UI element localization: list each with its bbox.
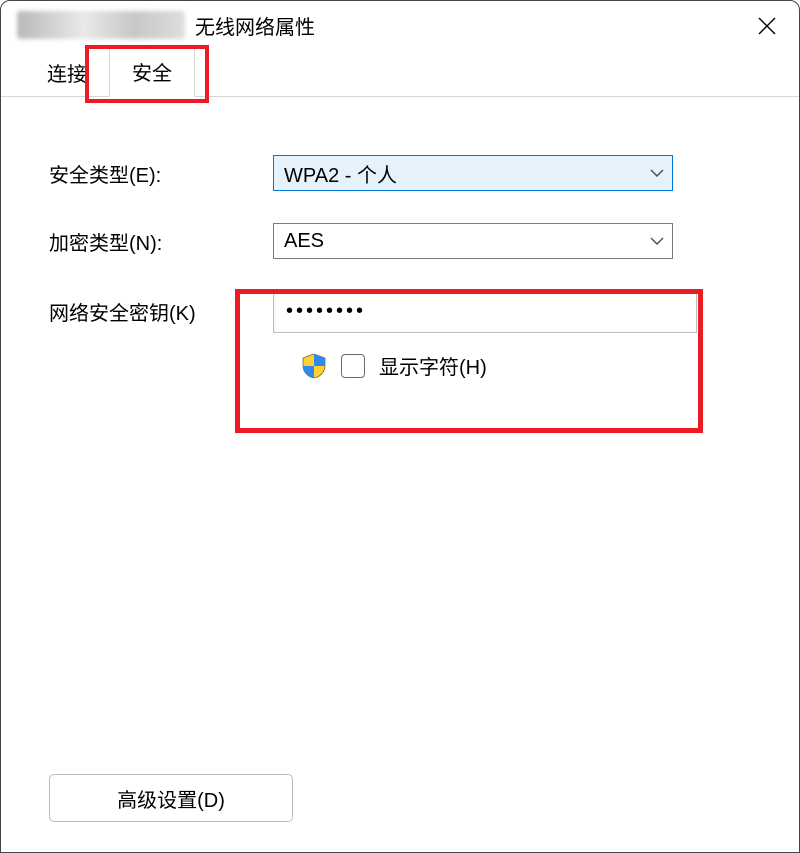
row-security-type: 安全类型(E): WPA2 - 个人 [49,153,751,193]
tab-bar: 连接 安全 [1,49,799,97]
chevron-down-icon [650,236,664,246]
window-title: 无线网络属性 [195,11,315,40]
titlebar: 无线网络属性 [1,1,799,49]
checkbox-show-chars[interactable] [341,354,365,378]
row-show-chars: 显示字符(H) [273,351,751,380]
label-encryption-type: 加密类型(N): [49,227,273,256]
advanced-settings-button[interactable]: 高级设置(D) [49,774,293,822]
select-security-type-value: WPA2 - 个人 [284,159,397,188]
input-network-key[interactable] [273,289,697,333]
tab-security[interactable]: 安全 [109,46,195,97]
tab-connection[interactable]: 连接 [25,48,109,97]
select-encryption-type[interactable]: AES [273,223,673,259]
close-button[interactable] [749,11,785,47]
network-name-redacted [17,11,185,39]
row-encryption-type: 加密类型(N): AES [49,221,751,261]
close-icon [757,16,777,42]
wireless-properties-window: 无线网络属性 连接 安全 安全类型(E): WPA2 - 个人 加密类型(N):… [0,0,800,853]
select-security-type[interactable]: WPA2 - 个人 [273,155,673,191]
tab-content: 安全类型(E): WPA2 - 个人 加密类型(N): AES 网络安全密钥(K… [1,97,799,404]
label-network-key: 网络安全密钥(K) [49,289,273,326]
chevron-down-icon [650,168,664,178]
label-show-chars[interactable]: 显示字符(H) [379,351,487,380]
uac-shield-icon [301,353,327,379]
select-encryption-type-value: AES [284,230,324,253]
label-security-type: 安全类型(E): [49,159,273,188]
row-network-key: 网络安全密钥(K) [49,289,751,333]
